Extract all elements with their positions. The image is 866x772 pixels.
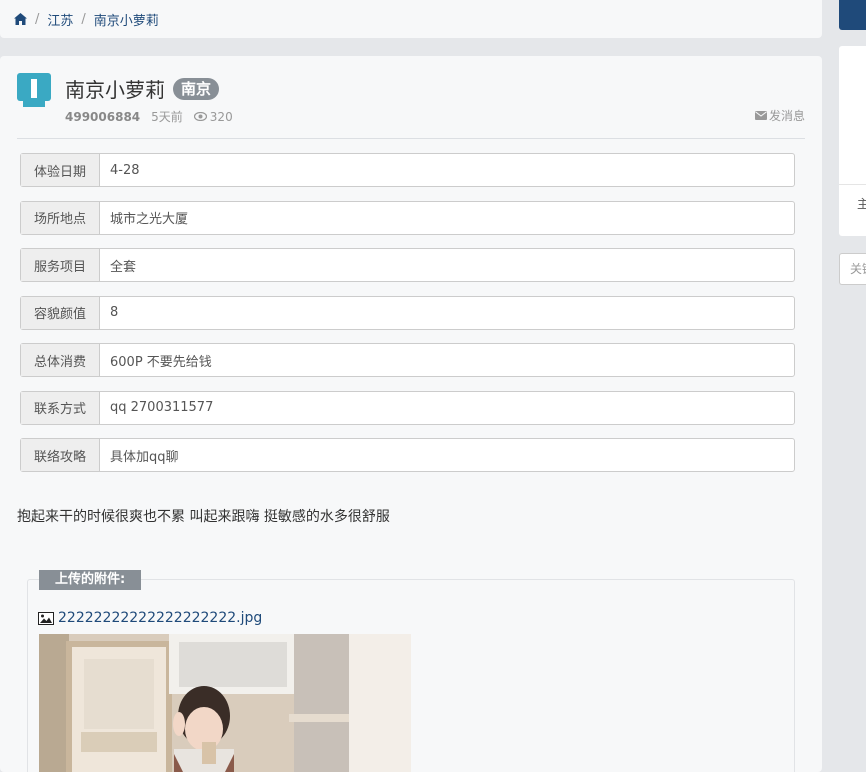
breadcrumb-current-link[interactable]: 南京小萝莉 <box>94 10 159 29</box>
view-count: 320 <box>209 109 233 124</box>
send-message-button[interactable]: 发消息 <box>754 107 805 124</box>
field-label: 体验日期 <box>21 154 100 186</box>
post-title-text: 南京小萝莉 <box>65 78 165 102</box>
field-label: 联系方式 <box>21 391 100 424</box>
post-panel: 南京小萝莉 南京 499006884 5天前 320 发消息 体验日期 4-28… <box>0 56 822 772</box>
eye-icon <box>193 112 207 121</box>
info-fields: 体验日期 4-28 场所地点 城市之光大厦 服务项目 全套 容貌颜值 8 总体消… <box>20 153 795 486</box>
field-row: 联系方式 qq 2700311577 <box>20 390 795 425</box>
envelope-icon <box>754 111 767 120</box>
city-badge: 南京 <box>173 77 220 100</box>
home-icon[interactable] <box>14 13 27 25</box>
image-icon <box>38 611 54 625</box>
post-uid: 499006884 <box>65 109 141 124</box>
field-value: 城市之光大厦 <box>110 212 189 227</box>
field-row: 服务项目 全套 <box>20 248 795 282</box>
field-label: 联络攻略 <box>21 439 100 471</box>
field-value: 4-28 <box>110 162 140 178</box>
field-value: 全套 <box>110 259 137 275</box>
attachments-legend: 上传的附件: <box>39 570 142 590</box>
post-meta: 499006884 5天前 320 <box>65 108 233 125</box>
sidebar-search-input[interactable]: 关键 <box>839 253 866 285</box>
post-title: 南京小萝莉 南京 <box>65 74 220 103</box>
divider <box>17 138 805 139</box>
breadcrumb: / 江苏 / 南京小萝莉 <box>0 0 822 38</box>
field-label: 场所地点 <box>21 201 100 234</box>
field-value: 具体加qq聊 <box>110 449 179 465</box>
attachment-link[interactable]: 22222222222222222222.jpg <box>38 610 262 626</box>
field-row: 总体消费 600P 不要先给钱 <box>20 343 795 377</box>
sidebar-card-text: 主 <box>857 197 866 211</box>
divider <box>839 184 866 185</box>
breadcrumb-separator: / <box>35 11 40 27</box>
field-row: 体验日期 4-28 <box>20 153 795 187</box>
post-description: 抱起来干的时候很爽也不累 叫起来跟嗨 挺敏感的水多很舒服 <box>17 509 390 525</box>
field-row: 容貌颜值 8 <box>20 295 795 330</box>
sidebar-top-button[interactable] <box>839 0 866 30</box>
field-label: 容貌颜值 <box>21 296 100 329</box>
breadcrumb-region-link[interactable]: 江苏 <box>47 10 73 29</box>
attachment-filename: 22222222222222222222.jpg <box>58 610 263 626</box>
bookmark-avatar-icon <box>17 73 51 107</box>
breadcrumb-separator: / <box>81 11 86 27</box>
attachment-photo[interactable] <box>39 634 411 772</box>
attachments-section: 上传的附件: 22222222222222222222.jpg <box>27 570 795 772</box>
post-time: 5天前 <box>151 110 183 124</box>
field-label: 总体消费 <box>21 344 100 376</box>
field-value: 8 <box>110 305 119 320</box>
field-label: 服务项目 <box>21 249 100 281</box>
field-row: 联络攻略 具体加qq聊 <box>20 438 795 472</box>
send-message-label: 发消息 <box>768 109 805 123</box>
field-value: 600P 不要先给钱 <box>110 354 212 370</box>
field-row: 场所地点 城市之光大厦 <box>20 200 795 235</box>
field-value: qq 2700311577 <box>110 400 214 415</box>
